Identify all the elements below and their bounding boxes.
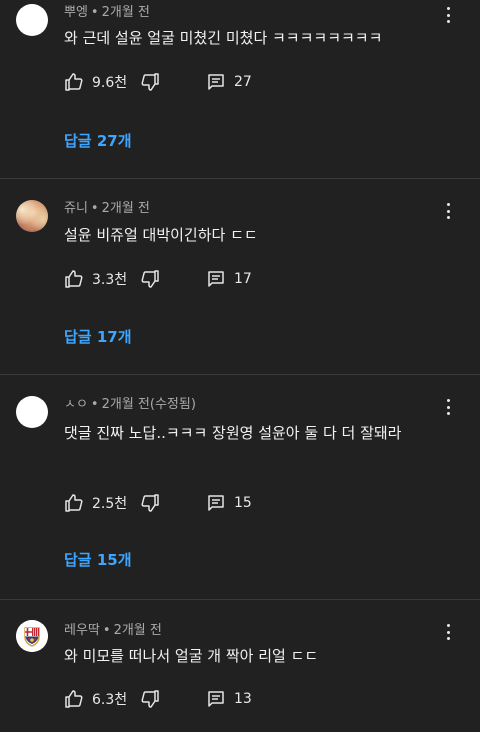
reply-count: 17: [234, 271, 252, 287]
comment-time: 2개월 전: [101, 5, 150, 20]
comment-header: 뿌엥 • 2개월 전: [64, 5, 150, 20]
comment-text: 댓글 진짜 노답..ㅋㅋㅋ 장원영 설윤아 둘 다 더 잘돼라: [64, 424, 402, 442]
reply-count: 13: [234, 691, 252, 707]
comment-actions: 6.3천 13: [64, 688, 444, 710]
reply-button[interactable]: 15: [206, 492, 252, 514]
reply-button[interactable]: 27: [206, 71, 252, 93]
dislike-button[interactable]: [140, 71, 160, 93]
comment-time: 2개월 전: [113, 623, 162, 638]
thumbs-up-icon: [65, 73, 83, 91]
comment: ㅅㅇ • 2개월 전(수정됨) 댓글 진짜 노답..ㅋㅋㅋ 장원영 설윤아 둘 다 …: [0, 392, 480, 599]
replies-button[interactable]: 답글 15개: [64, 550, 132, 570]
thumbs-down-icon: [141, 690, 159, 708]
thumbs-up-icon: [65, 690, 83, 708]
thumbs-down-icon: [141, 494, 159, 512]
comment-header: ㅅㅇ • 2개월 전(수정됨): [64, 397, 196, 412]
comment-author[interactable]: ㅅㅇ: [64, 397, 88, 412]
like-count: 2.5천: [92, 496, 128, 512]
avatar[interactable]: [16, 620, 48, 652]
replies-button[interactable]: 답글 27개: [64, 131, 132, 151]
reply-count: 27: [234, 74, 252, 90]
club-crest-icon: [16, 620, 48, 652]
reply-button[interactable]: 17: [206, 268, 252, 290]
replies-button[interactable]: 답글 17개: [64, 327, 132, 347]
divider: [0, 178, 480, 179]
like-button[interactable]: 2.5천: [64, 492, 127, 514]
more-vertical-icon[interactable]: [440, 622, 456, 642]
comment-text: 와 미모를 떠나서 얼굴 개 짝아 리얼 ㄷㄷ: [64, 647, 319, 665]
thumbs-up-icon: [65, 270, 83, 288]
reply-count: 15: [234, 495, 252, 511]
like-count: 3.3천: [92, 272, 128, 288]
dislike-button[interactable]: [140, 268, 160, 290]
comment-header: 레우딱 • 2개월 전: [64, 623, 162, 638]
comment-actions: 9.6천 27: [64, 71, 444, 93]
divider: [0, 374, 480, 375]
reply-button[interactable]: 13: [206, 688, 252, 710]
thumbs-down-icon: [141, 73, 159, 91]
comment-header: 쥬니 • 2개월 전: [64, 201, 150, 216]
comment: 뿌엥 • 2개월 전 와 근데 설윤 얼굴 미쳤긴 미쳤다 ㅋㅋㅋㅋㅋㅋㅋㅋ 9.6…: [0, 0, 480, 178]
like-button[interactable]: 3.3천: [64, 268, 127, 290]
like-count: 9.6천: [92, 75, 128, 91]
thumbs-up-icon: [65, 494, 83, 512]
comment-time: 2개월 전(수정됨): [101, 397, 196, 412]
avatar[interactable]: [16, 396, 48, 428]
avatar[interactable]: [16, 4, 48, 36]
comment-text: 설윤 비쥬얼 대박이긴하다 ㄷㄷ: [64, 226, 258, 244]
divider: [0, 599, 480, 600]
more-vertical-icon[interactable]: [440, 5, 456, 25]
comment-actions: 2.5천 15: [64, 492, 444, 514]
dislike-button[interactable]: [140, 688, 160, 710]
comment-author[interactable]: 뿌엥: [64, 5, 88, 20]
like-count: 6.3천: [92, 692, 128, 708]
comment-icon: [208, 691, 224, 707]
comment-author[interactable]: 쥬니: [64, 201, 88, 216]
like-button[interactable]: 6.3천: [64, 688, 127, 710]
comment: 레우딱 • 2개월 전 와 미모를 떠나서 얼굴 개 짝아 리얼 ㄷㄷ 6.3천 1…: [0, 616, 480, 732]
comment-icon: [208, 74, 224, 90]
comment-icon: [208, 495, 224, 511]
thumbs-down-icon: [141, 270, 159, 288]
avatar[interactable]: [16, 200, 48, 232]
comment: 쥬니 • 2개월 전 설윤 비쥬얼 대박이긴하다 ㄷㄷ 3.3천 17 답글 17개: [0, 196, 480, 374]
more-vertical-icon[interactable]: [440, 397, 456, 417]
comment-actions: 3.3천 17: [64, 268, 444, 290]
comment-text: 와 근데 설윤 얼굴 미쳤긴 미쳤다 ㅋㅋㅋㅋㅋㅋㅋㅋ: [64, 29, 383, 47]
comment-author[interactable]: 레우딱: [64, 623, 100, 638]
more-vertical-icon[interactable]: [440, 201, 456, 221]
comment-time: 2개월 전: [101, 201, 150, 216]
comment-icon: [208, 271, 224, 287]
like-button[interactable]: 9.6천: [64, 71, 127, 93]
dislike-button[interactable]: [140, 492, 160, 514]
